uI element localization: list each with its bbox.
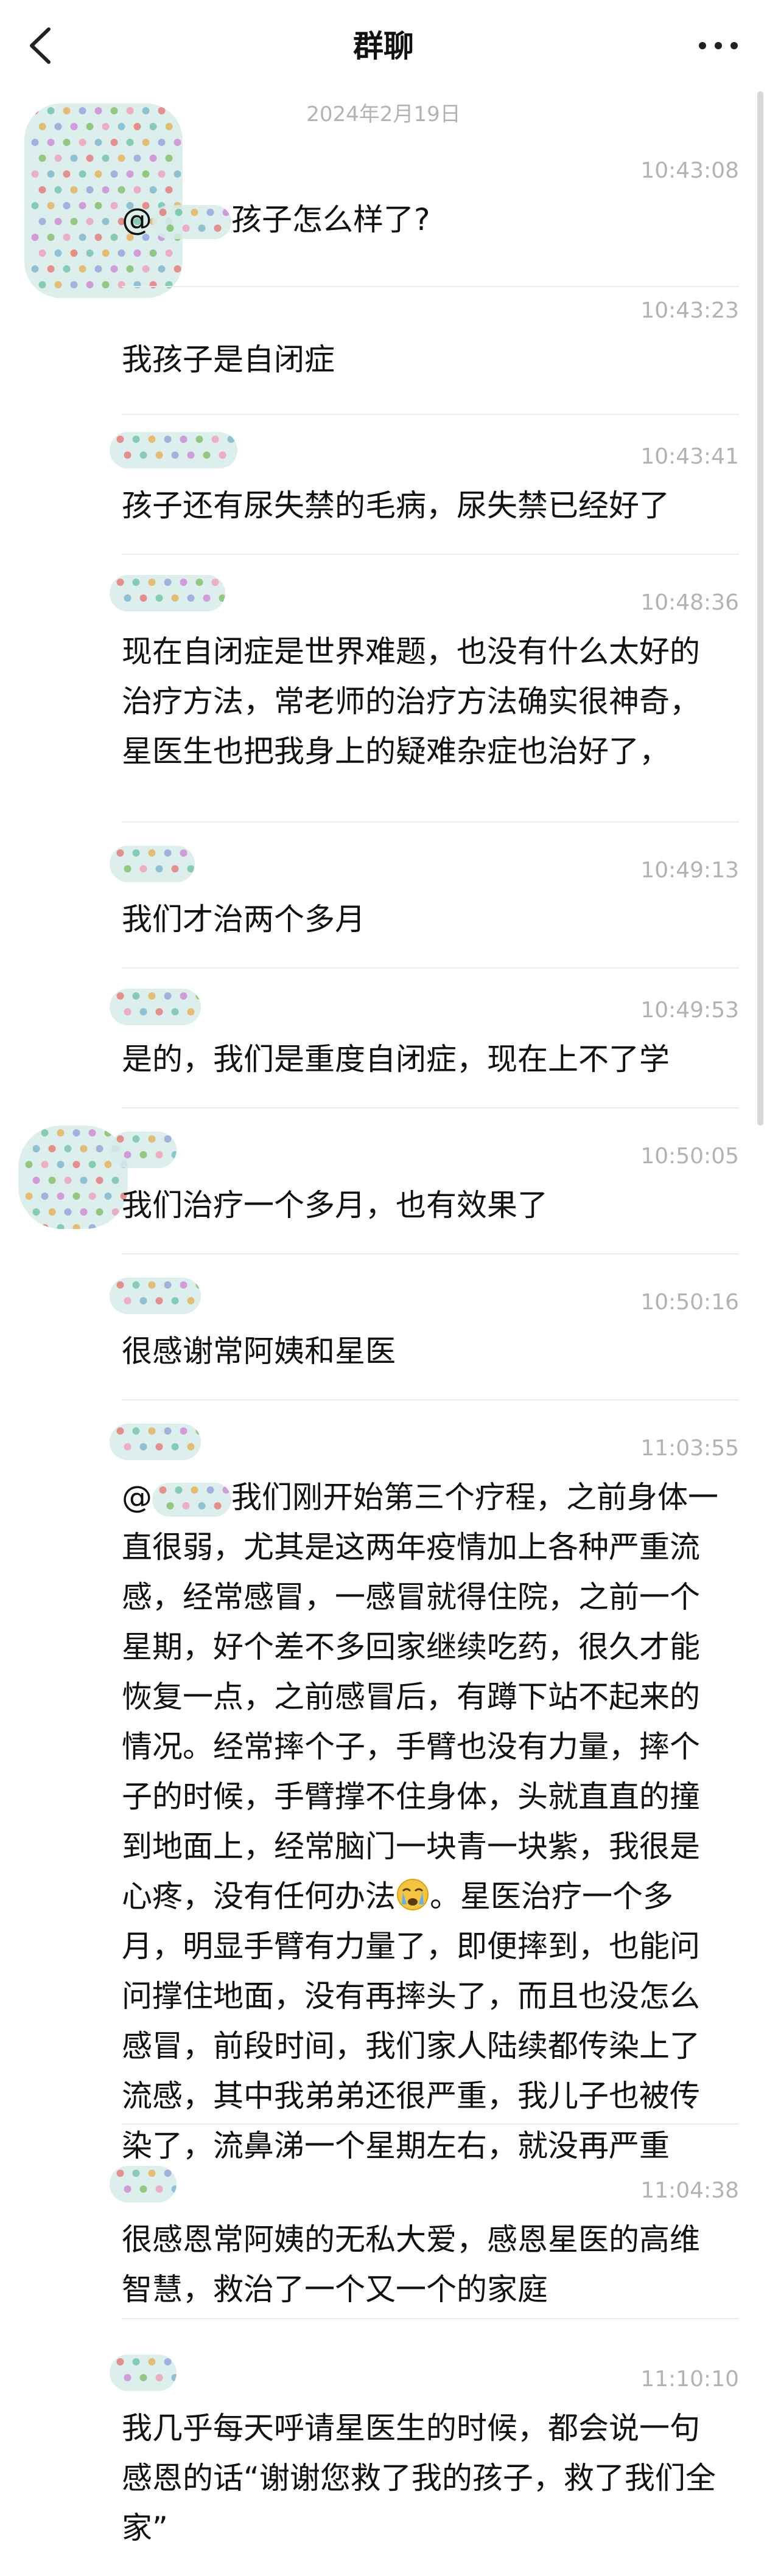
- message-divider: [122, 554, 739, 555]
- message-divider: [122, 2318, 739, 2319]
- message-time: 10:49:13: [640, 858, 739, 883]
- sender-name-blurred[interactable]: [110, 2166, 177, 2202]
- chat-message: 10:50:16 很感谢常阿姨和星医: [0, 1265, 767, 1401]
- chat-message: 10:49:13 我们才治两个多月: [0, 834, 767, 969]
- message-divider: [122, 967, 739, 969]
- chat-message: 10:49:53 是的，我们是重度自闭症，现在上不了学: [0, 980, 767, 1109]
- message-divider: [122, 286, 739, 287]
- message-divider: [122, 1399, 739, 1401]
- message-time: 10:50:16: [640, 1290, 739, 1315]
- message-time: 11:10:10: [640, 2367, 739, 2392]
- sender-name-blurred[interactable]: [110, 989, 201, 1025]
- mention-name-blurred[interactable]: [152, 204, 231, 239]
- message-divider: [122, 1253, 739, 1255]
- message-time: 10:49:53: [640, 998, 739, 1023]
- message-text: 是的，我们是重度自闭症，现在上不了学: [122, 1042, 670, 1077]
- message-text: 现在自闭症是世界难题，也没有什么太好的治疗方法，常老师的治疗方法确实很神奇，星医…: [122, 634, 700, 769]
- message-text: 我孩子是自闭症: [122, 342, 335, 377]
- page-title: 群聊: [353, 29, 414, 64]
- message-time: 10:43:41: [640, 444, 739, 469]
- mention-symbol: @: [122, 1480, 152, 1515]
- message-divider: [122, 1107, 739, 1109]
- sender-name-blurred[interactable]: [110, 1278, 201, 1314]
- chat-message: 10:50:05 我们治疗一个多月，也有效果了: [0, 1119, 767, 1255]
- sender-name-blurred[interactable]: [110, 575, 225, 611]
- message-text: 我们治疗一个多月，也有效果了: [122, 1188, 548, 1223]
- message-text: 我们才治两个多月: [122, 902, 365, 937]
- message-text: @ 我们刚开始第三个疗程，之前身体一直很弱，尤其是这两年疫情加上各种严重流感，经常…: [122, 1472, 718, 2171]
- message-divider: [122, 414, 739, 415]
- message-text: 很感恩常阿姨的无私大爱，感恩星医的高维智慧，救治了一个又一个的家庭: [122, 2222, 700, 2307]
- message-time: 11:03:55: [640, 1436, 739, 1461]
- message-time: 10:50:05: [640, 1144, 739, 1169]
- message-time: 10:48:36: [640, 590, 739, 615]
- sender-name-blurred[interactable]: [110, 432, 237, 468]
- mention-symbol: @: [122, 202, 152, 237]
- message-text: 孩子还有尿失禁的毛病，尿失禁已经好了: [122, 488, 670, 523]
- chat-message: 10:48:36 现在自闭症是世界难题，也没有什么太好的治疗方法，常老师的治疗方…: [0, 566, 767, 823]
- message-text-body-continued: 。星医治疗一个多月，明显手臂有力量了，即便摔到，也能问问撑住地面，没有再摔头了，…: [122, 1879, 700, 2163]
- message-text: 我几乎每天呼请星医生的时候，都会说一句感恩的话“谢谢您救了我的孩子，救了我们全家…: [122, 2411, 716, 2546]
- message-text-body: 我们刚开始第三个疗程，之前身体一直很弱，尤其是这两年疫情加上各种严重流感，经常感…: [122, 1480, 718, 1914]
- message-divider: [122, 2123, 739, 2125]
- message-time: 10:43:08: [640, 158, 739, 183]
- sender-name-blurred[interactable]: [110, 846, 195, 882]
- message-text-body: 孩子怎么样了?: [231, 202, 430, 237]
- chat-message: 10:43:41 孩子还有尿失禁的毛病，尿失禁已经好了: [0, 426, 767, 560]
- sender-name-blurred[interactable]: [110, 2355, 177, 2391]
- mention-name-blurred[interactable]: [152, 1482, 231, 1517]
- chat-message: 11:10:10 我几乎每天呼请星医生的时候，都会说一句感恩的话“谢谢您救了我的…: [0, 2342, 767, 2549]
- message-time: 10:43:23: [640, 298, 739, 323]
- top-bar: 群聊: [0, 0, 767, 91]
- chat-message: 10:43:23 我孩子是自闭症: [0, 292, 767, 415]
- chat-message: 11:04:38 很感恩常阿姨的无私大爱，感恩星医的高维智慧，救治了一个又一个的…: [0, 2154, 767, 2319]
- message-text: 很感谢常阿姨和星医: [122, 1334, 396, 1369]
- message-divider: [122, 821, 739, 823]
- chat-message: 10:43:08 @ 孩子怎么样了?: [0, 103, 767, 310]
- more-options-icon[interactable]: [694, 30, 743, 61]
- crying-face-emoji-icon: [397, 1879, 429, 1910]
- sender-name-blurred[interactable]: [110, 1132, 177, 1168]
- chat-message: 11:03:55 @ 我们刚开始第三个疗程，之前身体一直很弱，尤其是这两年疫情加上…: [0, 1412, 767, 2163]
- message-text: @ 孩子怎么样了?: [122, 195, 718, 245]
- sender-name-blurred[interactable]: [110, 1424, 201, 1460]
- message-time: 11:04:38: [640, 2178, 739, 2203]
